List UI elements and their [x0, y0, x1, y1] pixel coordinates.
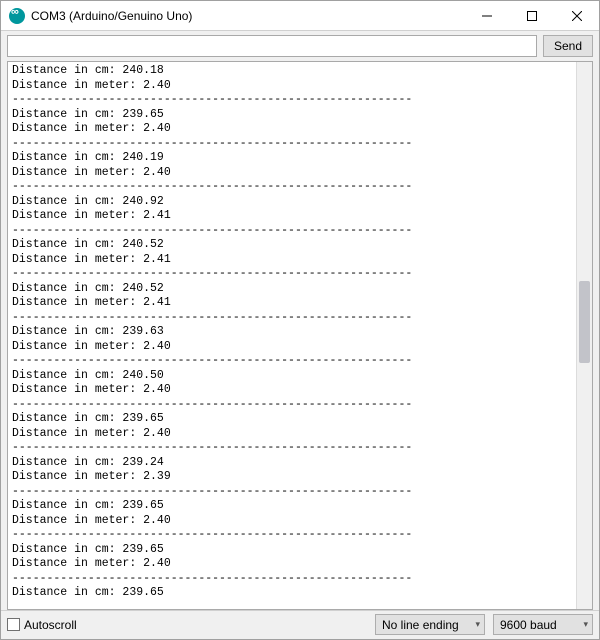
baud-rate-select[interactable]: 9600 baud ▾ [493, 614, 593, 635]
autoscroll-checkbox[interactable] [7, 618, 20, 631]
close-icon [572, 11, 582, 21]
vertical-scrollbar[interactable] [576, 62, 592, 609]
minimize-button[interactable] [464, 1, 509, 30]
autoscroll-label: Autoscroll [24, 618, 77, 632]
baud-rate-value: 9600 baud [500, 618, 557, 632]
console-output[interactable]: Distance in cm: 240.18 Distance in meter… [8, 62, 576, 609]
line-ending-value: No line ending [382, 618, 459, 632]
window-controls [464, 1, 599, 30]
send-button[interactable]: Send [543, 35, 593, 57]
send-row: Send [1, 31, 599, 61]
serial-monitor-window: COM3 (Arduino/Genuino Uno) Send Distance… [0, 0, 600, 640]
autoscroll-control[interactable]: Autoscroll [7, 618, 367, 632]
chevron-down-icon: ▾ [583, 619, 588, 630]
console-area: Distance in cm: 240.18 Distance in meter… [7, 61, 593, 610]
maximize-button[interactable] [509, 1, 554, 30]
arduino-icon [9, 8, 25, 24]
close-button[interactable] [554, 1, 599, 30]
titlebar[interactable]: COM3 (Arduino/Genuino Uno) [1, 1, 599, 31]
window-title: COM3 (Arduino/Genuino Uno) [31, 9, 464, 23]
maximize-icon [527, 11, 537, 21]
serial-input[interactable] [7, 35, 537, 57]
footer-row: Autoscroll No line ending ▾ 9600 baud ▾ [1, 610, 599, 639]
chevron-down-icon: ▾ [475, 619, 480, 630]
scrollbar-thumb[interactable] [579, 281, 590, 363]
send-button-label: Send [554, 39, 582, 53]
minimize-icon [482, 11, 492, 21]
line-ending-select[interactable]: No line ending ▾ [375, 614, 485, 635]
